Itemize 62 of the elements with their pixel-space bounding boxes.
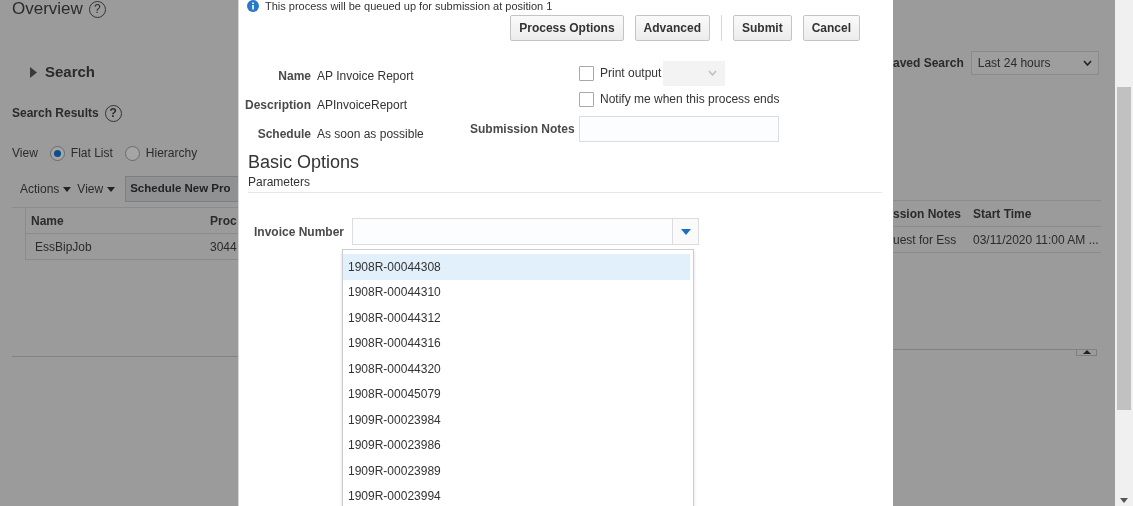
field-label: Name xyxy=(278,68,311,85)
section-heading: Search Results xyxy=(12,105,99,122)
dropdown-option[interactable]: 1909R-00023989 xyxy=(343,458,690,484)
field-value: As soon as possible xyxy=(317,126,424,143)
table-cell-text: 3044 xyxy=(210,238,237,256)
column-header: Name xyxy=(30,212,65,230)
dropdown-option[interactable]: 1908R-00044308 xyxy=(343,254,690,280)
combo-field[interactable] xyxy=(352,218,700,245)
section-heading[interactable]: Search xyxy=(45,60,96,84)
dropdown-option[interactable]: 1908R-00044312 xyxy=(343,305,690,331)
schedule-button[interactable]: Schedule New Pro xyxy=(125,176,238,202)
action-button[interactable]: Cancel xyxy=(802,15,860,41)
dropdown-option[interactable]: 1908R-00044310 xyxy=(343,279,690,305)
dropdown-arrow-icon xyxy=(680,228,691,235)
table-cell-text: uest for Ess xyxy=(893,231,958,249)
field-label: Schedule xyxy=(257,126,311,143)
table-cell-text: 03/11/2020 11:00 AM ... xyxy=(973,231,1099,249)
subsection-title: Parameters xyxy=(248,175,312,189)
field-label: Invoice Number xyxy=(254,223,345,241)
radio-label: Flat List xyxy=(70,145,113,162)
checkbox[interactable] xyxy=(579,65,594,81)
dropdown-option[interactable]: 1909R-00023984 xyxy=(343,407,690,433)
caret-icon xyxy=(107,186,116,192)
column-header: Start Time xyxy=(973,205,1032,223)
checkbox-label: Print output xyxy=(600,65,662,82)
info-message: This process will be queued up for submission at position 1 xyxy=(265,0,553,12)
saved-search-label: aved Search xyxy=(893,55,964,72)
menu-button[interactable]: View xyxy=(77,180,116,198)
column-header: Proc xyxy=(210,212,237,230)
action-button[interactable]: Submit xyxy=(732,15,792,41)
radio-label: Hierarchy xyxy=(145,145,198,162)
up-arrow-icon xyxy=(1082,350,1091,354)
expand-triangle-icon[interactable] xyxy=(30,66,37,78)
field-label: Description xyxy=(245,97,311,114)
view-label: View xyxy=(12,145,38,162)
chevron-icon xyxy=(708,70,718,76)
radio-button[interactable] xyxy=(124,145,140,161)
dropdown-option[interactable]: 1908R-00044316 xyxy=(343,330,690,356)
caret-icon xyxy=(63,186,72,192)
collapse-button[interactable] xyxy=(1076,350,1097,356)
checkbox-label: Notify me when this process ends xyxy=(600,91,780,108)
page-title: Overview xyxy=(12,0,83,18)
option-button[interactable]: Process Options xyxy=(510,15,624,41)
field-value: APInvoiceReport xyxy=(317,97,408,114)
field-label: Submission Notes xyxy=(470,121,572,138)
down-arrow-icon[interactable] xyxy=(1120,498,1128,503)
field-value: AP Invoice Report xyxy=(317,68,414,85)
dropdown-option[interactable]: 1909R-00023986 xyxy=(343,432,690,458)
menu-button[interactable]: Actions xyxy=(20,180,72,198)
chevron-icon xyxy=(1082,60,1092,66)
column-header: ssion Notes xyxy=(893,205,962,223)
scrollbar[interactable] xyxy=(1115,0,1133,506)
table-cell-text: EssBipJob xyxy=(34,238,93,256)
section-title: Basic Options xyxy=(248,151,361,173)
dropdown-option[interactable]: 1909R-00023994 xyxy=(343,483,690,506)
dropdown-option[interactable]: 1908R-00044320 xyxy=(343,356,690,382)
notes-field[interactable] xyxy=(579,116,779,142)
radio-button[interactable] xyxy=(49,145,65,161)
option-button[interactable]: Advanced xyxy=(634,15,710,41)
checkbox[interactable] xyxy=(579,91,594,107)
dropdown-option[interactable]: 1908R-00045079 xyxy=(343,381,690,407)
saved-search-select[interactable]: Last 24 hours xyxy=(970,51,1099,75)
